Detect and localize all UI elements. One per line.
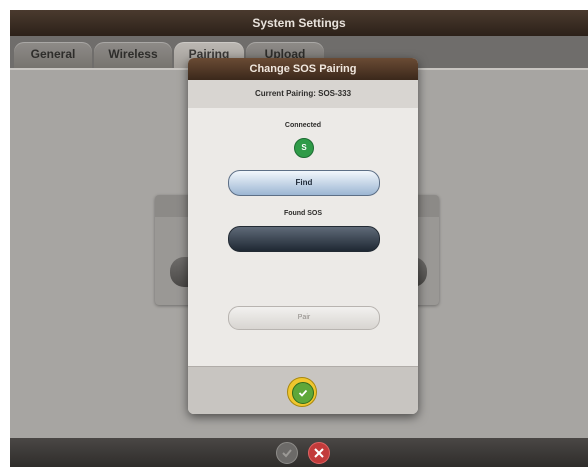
connected-label: Connected <box>284 122 322 129</box>
current-pairing-label: Current Pairing: <box>254 89 316 98</box>
app-screen: System Settings General Wireless Pairing… <box>10 10 588 467</box>
change-pairing-dialog: Change SOS Pairing Current Pairing: SOS-… <box>188 58 418 414</box>
dialog-title: Change SOS Pairing <box>188 58 418 80</box>
ok-button-inner <box>292 382 314 404</box>
dialog-body: Connected S Find Found SOS Pair <box>188 108 418 366</box>
connection-status-icon: S <box>294 138 314 158</box>
bottom-action-bar <box>10 438 588 467</box>
dialog-footer <box>188 366 418 414</box>
window-title: System Settings <box>10 10 588 36</box>
find-button[interactable]: Find <box>228 170 380 196</box>
found-sos-field[interactable] <box>228 226 380 252</box>
cancel-button[interactable] <box>308 442 330 464</box>
tab-general[interactable]: General <box>14 42 92 68</box>
current-pairing-row: Current Pairing: SOS-333 <box>188 80 418 109</box>
tab-wireless[interactable]: Wireless <box>94 42 172 68</box>
pair-button[interactable]: Pair <box>228 306 380 330</box>
found-sos-label: Found SOS <box>283 210 323 217</box>
ok-button[interactable] <box>287 377 317 407</box>
confirm-button[interactable] <box>276 442 298 464</box>
current-pairing-value: SOS-333 <box>318 89 352 98</box>
